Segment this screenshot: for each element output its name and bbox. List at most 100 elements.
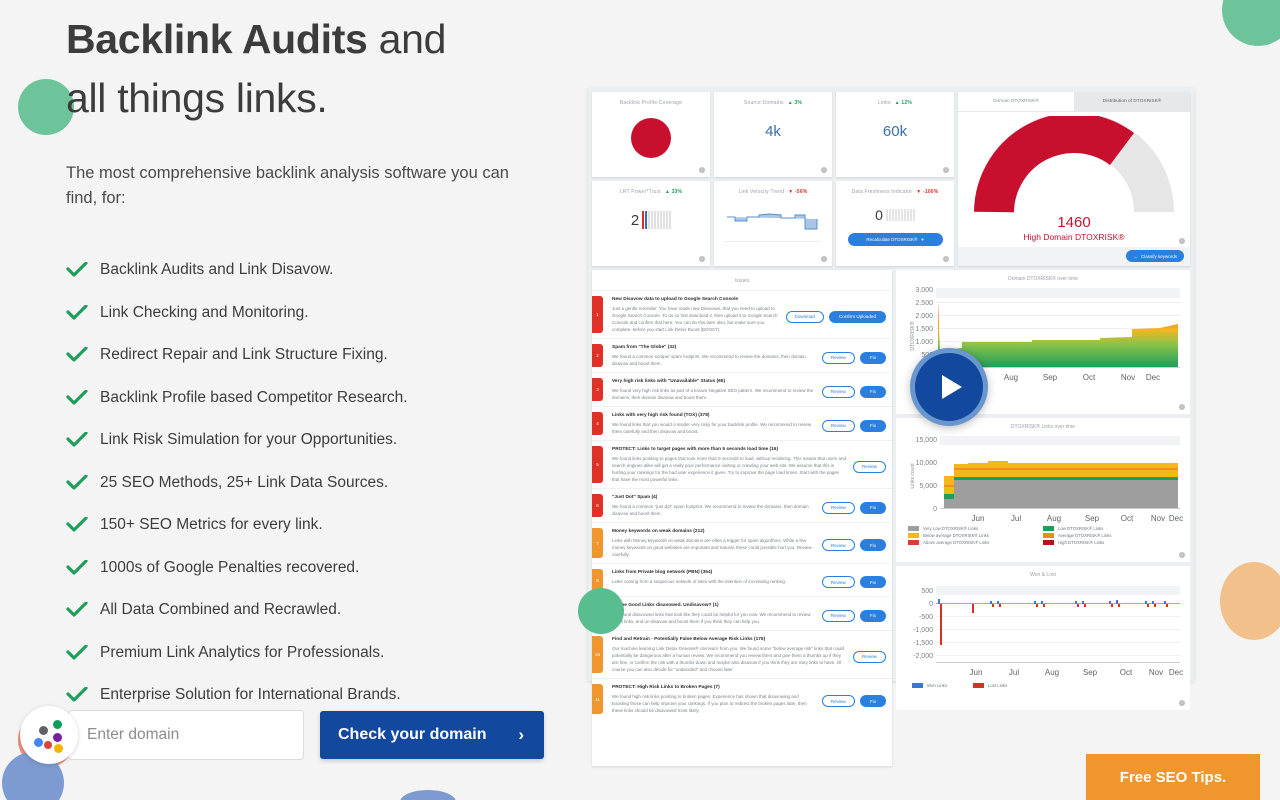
check-icon xyxy=(66,304,100,321)
play-video-button[interactable] xyxy=(910,348,988,426)
metric-value: 4k xyxy=(765,123,781,140)
issue-action-button[interactable]: Confirm Uploaded xyxy=(828,310,886,323)
issue-body: Spam from "The Globe" (32) We found a com… xyxy=(603,344,822,367)
issue-title: PROTECT: Links to target pages with more… xyxy=(612,447,779,452)
issue-actions: Review Fix xyxy=(821,684,886,714)
legend-swatch xyxy=(1043,533,1054,538)
issue-action-button[interactable]: Review xyxy=(852,650,886,663)
info-icon[interactable]: i xyxy=(1179,404,1185,410)
legend-label: Above average DTOXRISK® Links xyxy=(923,540,990,545)
svg-text:Jun: Jun xyxy=(972,514,985,523)
classify-keywords-button[interactable]: ← Classify keywords xyxy=(1126,250,1184,262)
issue-title: Find and Retrain - Potentially False Bel… xyxy=(612,637,766,642)
brand-logo[interactable] xyxy=(20,706,78,764)
metric-card-header: Link Velocity Trend ▼ -56% xyxy=(714,181,832,195)
free-seo-tips-label: Free SEO Tips. xyxy=(1119,768,1227,786)
issue-action-button[interactable]: Fix xyxy=(859,539,886,551)
info-icon[interactable]: i xyxy=(699,167,705,173)
issue-action-button[interactable]: Fix xyxy=(859,385,886,398)
metric-card-backlink-profile-coverage: Backlink Profile Coverage i xyxy=(592,92,710,177)
info-icon[interactable]: i xyxy=(943,167,949,173)
metric-card-title: Links xyxy=(877,100,891,106)
metric-delta: ▲ 12% xyxy=(894,100,913,106)
metric-card-header: Source Domains ▲ 3% xyxy=(714,92,832,106)
issue-title: New Disavow data to upload to Google Sea… xyxy=(612,297,739,302)
metric-card-header: Data Freshness Indicator ▼ -100% xyxy=(836,181,954,195)
issue-severity-badge: 5 xyxy=(592,446,603,483)
info-icon[interactable]: i xyxy=(699,256,705,262)
feature-item: 150+ SEO Metrics for every link. xyxy=(66,504,566,547)
issue-action-button[interactable]: Review xyxy=(821,695,855,707)
issue-action-button[interactable]: Fix xyxy=(859,501,886,514)
legend-label: Average DTOXRISK® Links xyxy=(1058,533,1112,538)
svg-text:Links count: Links count xyxy=(910,463,916,489)
domain-input[interactable] xyxy=(68,710,304,760)
issue-action-button[interactable]: Review xyxy=(821,351,855,364)
check-icon xyxy=(66,559,100,576)
chevron-right-icon: › xyxy=(518,725,524,744)
issue-action-button[interactable]: Review xyxy=(821,576,855,588)
issue-action-button[interactable]: Review xyxy=(821,501,855,514)
check-icon xyxy=(66,644,100,661)
issue-actions: Review Fix xyxy=(821,494,886,517)
svg-text:Aug: Aug xyxy=(1045,668,1059,677)
issue-action-button[interactable]: Review xyxy=(821,419,855,432)
tab-domain-dtoxrisk[interactable]: Domain DTOXRISK® xyxy=(958,92,1074,111)
recalculate-dtoxrisk-button[interactable]: Recalculate DTOXRISK® ▾ xyxy=(847,233,943,246)
svg-text:-1,000: -1,000 xyxy=(913,627,933,634)
free-seo-tips-button[interactable]: Free SEO Tips. xyxy=(1086,754,1260,800)
legend-label: Won Links xyxy=(927,683,947,688)
info-icon[interactable]: i xyxy=(1179,700,1185,706)
feature-label: Backlink Audits and Link Disavow. xyxy=(100,261,334,279)
issue-action-button[interactable]: Fix xyxy=(859,351,886,364)
metric-card-link-velocity-trend: Link Velocity Trend ▼ -56% i xyxy=(714,181,832,266)
issue-action-button[interactable]: Fix xyxy=(859,419,886,432)
issue-action-button[interactable]: Review xyxy=(821,385,855,398)
info-icon[interactable]: i xyxy=(821,256,827,262)
issue-row: 1 New Disavow data to upload to Google Se… xyxy=(592,290,892,338)
info-icon[interactable]: i xyxy=(1179,238,1185,244)
svg-text:15,000: 15,000 xyxy=(916,437,938,444)
metric-card-title: Backlink Profile Coverage xyxy=(619,100,683,106)
svg-text:Sep: Sep xyxy=(1043,373,1058,382)
info-icon[interactable]: i xyxy=(821,167,827,173)
issue-actions: Review xyxy=(852,636,886,673)
issue-action-button[interactable]: Fix xyxy=(859,695,886,707)
issue-actions: Review Fix xyxy=(821,378,886,401)
svg-text:5,000: 5,000 xyxy=(919,483,937,490)
issue-action-button[interactable]: Download xyxy=(785,310,824,323)
info-icon[interactable]: i xyxy=(1179,552,1185,558)
issue-title: Links from Private blog network (PBN) (3… xyxy=(612,570,713,575)
legend-swatch xyxy=(908,526,919,531)
issue-action-button[interactable]: Review xyxy=(852,460,886,473)
chart-title: Won & Lost xyxy=(1030,572,1056,578)
chevron-down-icon: ▾ xyxy=(921,236,924,242)
issue-action-button[interactable]: Review xyxy=(821,539,855,551)
issue-description: We found a common "just dot" spam footpr… xyxy=(612,504,809,516)
legend-swatch xyxy=(1043,540,1054,545)
feature-label: Redirect Repair and Link Structure Fixin… xyxy=(100,346,388,364)
legend-item: Very Low DTOXRISK® Links xyxy=(908,526,1043,531)
issue-action-button[interactable]: Fix xyxy=(859,576,886,588)
feature-label: Enterprise Solution for International Br… xyxy=(100,686,401,704)
info-icon[interactable]: i xyxy=(943,256,949,262)
tab-distribution-of-dtoxrisk[interactable]: Distribution of DTOXRISK® xyxy=(1074,92,1190,111)
check-domain-button[interactable]: Check your domain › xyxy=(320,711,544,759)
issue-action-button[interactable]: Fix xyxy=(859,609,886,622)
issue-row: 4 Links with very high risk found (TOX) (… xyxy=(592,406,892,440)
issue-description: We found very high risk links as part of… xyxy=(612,388,814,400)
legend-swatch xyxy=(912,683,923,688)
issue-title: "Just Dot" Spam (4) xyxy=(612,495,658,500)
feature-item: Link Checking and Monitoring. xyxy=(66,292,566,335)
feature-label: 150+ SEO Metrics for every link. xyxy=(100,516,323,534)
check-icon xyxy=(66,347,100,363)
issue-action-button[interactable]: Review xyxy=(821,609,855,622)
svg-text:0: 0 xyxy=(929,601,933,608)
issue-body: PROTECT: High Risk Links to Broken Pages… xyxy=(603,684,822,714)
domain-dtoxrisk-gauge-card: Domain DTOXRISK® Distribution of DTOXRIS… xyxy=(958,92,1190,266)
decorative-shape-blue-bottom xyxy=(400,790,456,800)
check-icon xyxy=(66,517,100,533)
legend-swatch xyxy=(972,683,984,688)
svg-text:Oct: Oct xyxy=(1121,514,1134,523)
chart-legend: Very Low DTOXRISK® Links Low DTOXRISK® Li… xyxy=(896,524,1190,547)
